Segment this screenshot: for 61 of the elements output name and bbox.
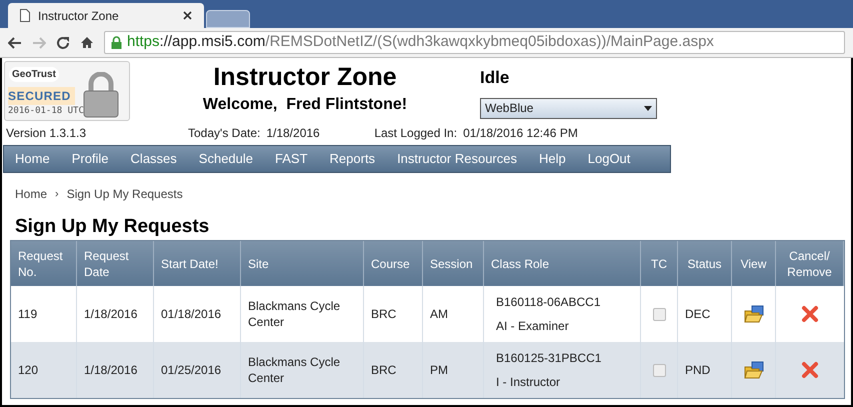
tab-title: Instructor Zone: [38, 8, 120, 24]
table-cell: AM: [430, 306, 448, 322]
table-cell-text: DEC: [685, 306, 710, 323]
reload-icon[interactable]: [56, 36, 70, 50]
nav-item[interactable]: Home: [4, 149, 61, 169]
class-code: B160118-06ABCC1: [496, 294, 602, 311]
lock-icon: [111, 36, 122, 49]
address-field[interactable]: https://app.msi5.com/REMSDotNetIZ/(S(wdh3kawqxkybmeq05ibdoxas))/MainPage.aspx: [104, 31, 845, 54]
table-cell: BRC: [371, 362, 396, 378]
last-login-label: Last Logged In:: [374, 125, 458, 142]
tc-checkbox[interactable]: [652, 364, 666, 376]
theme-select[interactable]: WebBlue: [480, 98, 657, 118]
close-icon[interactable]: [183, 11, 192, 20]
welcome-text: Welcome, Fred Flintstone!: [202, 95, 408, 115]
status-text: Idle: [480, 67, 510, 89]
table-cell-text: Blackmans Cycle Center: [248, 298, 342, 330]
nav-item[interactable]: Profile: [60, 149, 120, 169]
table-cell: 120: [18, 362, 38, 378]
seal-brand: GeoTrust: [9, 67, 59, 82]
table-cell-text: Blackmans Cycle Center: [248, 354, 342, 386]
table-cell: 119: [18, 306, 38, 322]
app-title: Instructor Zone: [213, 62, 397, 93]
class-role: AI - Examiner: [496, 318, 570, 335]
table-cell-text: PND: [685, 362, 710, 379]
seal-label: SECURED: [8, 86, 75, 104]
nav-item[interactable]: LogOut: [576, 149, 642, 169]
page-title: Sign Up My Requests: [15, 215, 210, 239]
table-cell: BRC: [371, 306, 396, 322]
folder-icon[interactable]: [744, 361, 764, 379]
nav-item[interactable]: FAST: [264, 149, 319, 169]
nav-item[interactable]: Classes: [120, 149, 188, 169]
today-label: Today's Date:: [188, 125, 260, 142]
breadcrumb-separator: ›: [55, 186, 59, 202]
browser-tab[interactable]: Instructor Zone: [8, 3, 204, 28]
remove-icon[interactable]: [801, 305, 819, 323]
folder-icon[interactable]: [744, 305, 764, 323]
remove-icon[interactable]: [801, 361, 819, 379]
class-code: B160125-31PBCC1: [496, 350, 602, 367]
home-icon[interactable]: [80, 36, 94, 49]
nav-item[interactable]: Reports: [318, 149, 386, 169]
page-icon: [20, 9, 30, 22]
back-icon[interactable]: [8, 36, 22, 48]
version-text: Version 1.3.1.3: [6, 125, 88, 142]
nav-item[interactable]: Schedule: [188, 149, 264, 169]
nav-item[interactable]: Help: [528, 149, 577, 169]
today-date: 1/18/2016: [266, 125, 321, 142]
dropdown-arrow-icon: [644, 106, 652, 110]
last-login-date: 01/18/2016 12:46 PM: [463, 125, 578, 142]
security-seal[interactable]: GeoTrust SECURED 2016-01-18 UTC: [4, 61, 130, 121]
table-cell: 01/18/2016: [161, 306, 222, 322]
table-cell: 1/18/2016: [84, 306, 138, 322]
table-cell: 01/25/2016: [161, 362, 222, 378]
breadcrumb-item: Sign Up My Requests: [66, 186, 183, 203]
table-cell: PM: [430, 362, 448, 378]
breadcrumb-item[interactable]: Home: [15, 185, 48, 203]
tc-checkbox[interactable]: [652, 308, 666, 320]
nav-item[interactable]: Instructor Resources: [386, 149, 528, 169]
class-role: I - Instructor: [496, 374, 562, 391]
seal-date: 2016-01-18 UTC: [8, 104, 85, 118]
url-text: https://app.msi5.com/REMSDotNetIZ/(S(wdh3kawqxkybmeq05ibdoxas))/MainPage.aspx: [127, 32, 714, 52]
table-cell: 1/18/2016: [84, 362, 138, 378]
